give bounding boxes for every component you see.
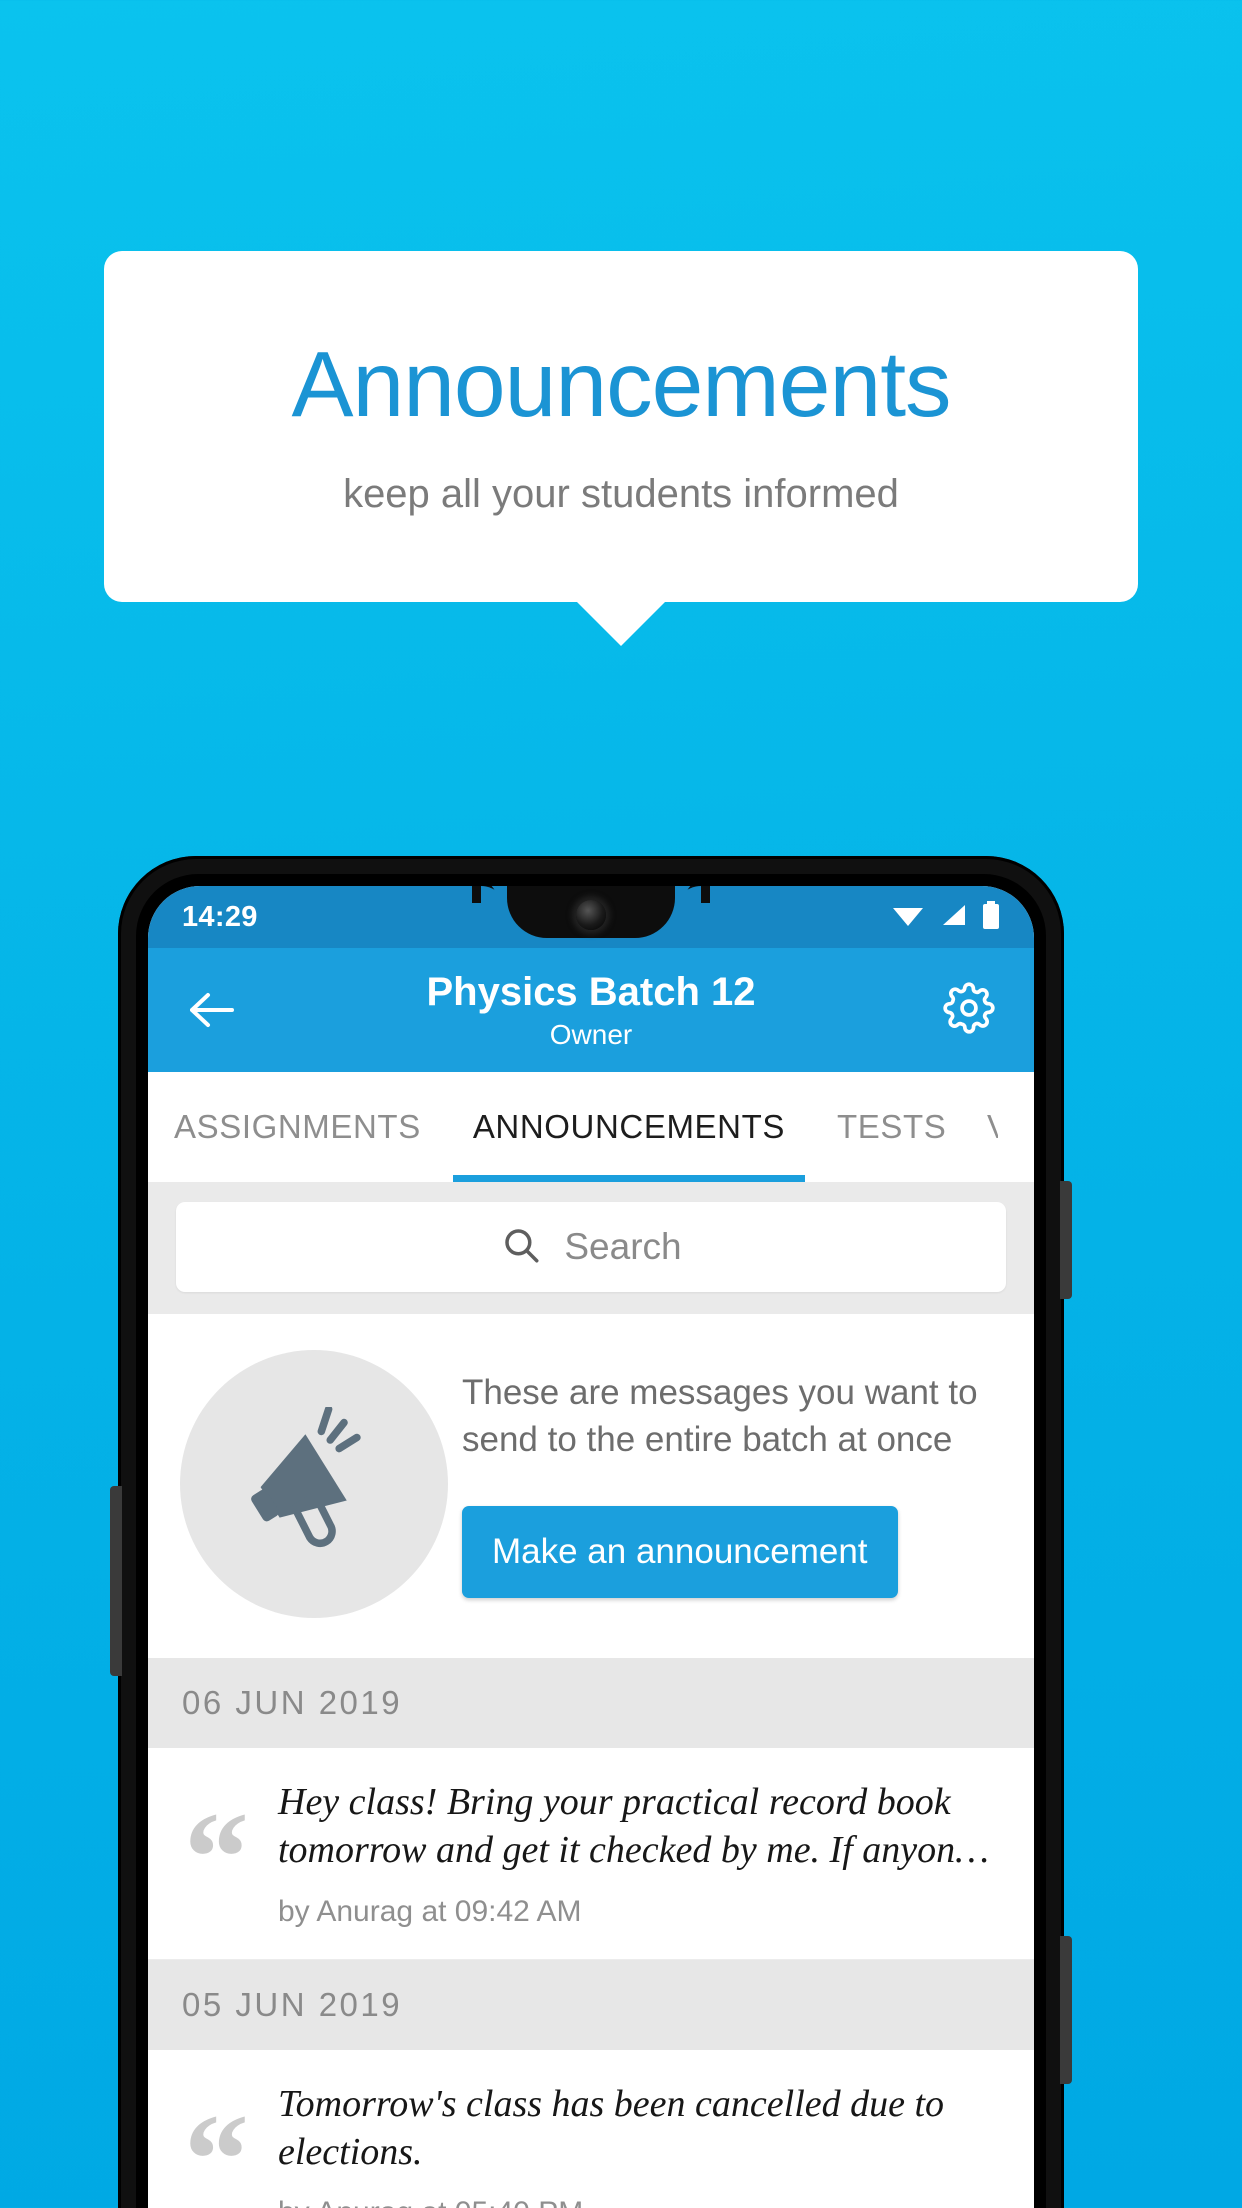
announcement-promo-content: These are messages you want to send to t…: [462, 1370, 1002, 1598]
phone-bezel: 14:29 Physics Batch 12 Owner ASSIGNMENTS…: [136, 874, 1046, 2208]
front-camera: [576, 900, 606, 930]
megaphone-badge: [180, 1350, 448, 1618]
search-input[interactable]: Search: [176, 1202, 1006, 1292]
page-title: Physics Batch 12: [426, 970, 756, 1014]
announcement-meta: by Anurag at 05:40 PM: [278, 2196, 994, 2208]
megaphone-icon: [239, 1404, 389, 1562]
make-announcement-button[interactable]: Make an announcement: [462, 1505, 898, 1598]
announcement-promo: These are messages you want to send to t…: [148, 1314, 1034, 1658]
tab-tests[interactable]: TESTS: [811, 1072, 972, 1182]
phone-power-button[interactable]: [1060, 1181, 1072, 1299]
quote-icon: “: [184, 2087, 249, 2208]
announcement-text: Tomorrow's class has been cancelled due …: [278, 2082, 945, 2173]
tab-assignments[interactable]: ASSIGNMENTS: [148, 1072, 447, 1182]
announcement-item[interactable]: “ Tomorrow's class has been cancelled du…: [148, 2049, 1034, 2208]
signal-icon: [939, 903, 967, 932]
promo-bubble-tail: [576, 601, 666, 646]
quote-icon: “: [184, 1786, 249, 1930]
date-header: 06 JUN 2019: [148, 1658, 1034, 1748]
announcement-body: Hey class! Bring your practical record b…: [278, 1778, 994, 1929]
search-icon: [500, 1224, 542, 1271]
announcement-meta: by Anurag at 09:42 AM: [278, 1894, 582, 1928]
announcement-item[interactable]: “ Hey class! Bring your practical record…: [148, 1748, 1034, 1960]
search-placeholder: Search: [564, 1226, 682, 1267]
phone-screen: 14:29 Physics Batch 12 Owner ASSIGNMENTS…: [148, 886, 1034, 2208]
battery-icon: [982, 900, 1000, 934]
status-clock: 14:29: [182, 900, 258, 933]
wifi-icon: [892, 903, 924, 932]
announcement-body: Tomorrow's class has been cancelled due …: [278, 2080, 994, 2208]
phone-notch: [507, 886, 675, 938]
tab-bar[interactable]: ASSIGNMENTS ANNOUNCEMENTS TESTS V: [148, 1072, 1034, 1182]
date-header: 05 JUN 2019: [148, 1959, 1034, 2050]
page-subtitle: Owner: [549, 1019, 633, 1050]
app-bar: Physics Batch 12 Owner: [148, 948, 1034, 1072]
app-bar-titles: Physics Batch 12 Owner: [244, 969, 938, 1051]
phone-volume-button[interactable]: [110, 1486, 122, 1676]
phone-side-button[interactable]: [1060, 1936, 1072, 2084]
search-section: Search: [148, 1182, 1034, 1314]
settings-button[interactable]: [938, 979, 1000, 1041]
back-button[interactable]: [182, 979, 244, 1041]
promo-title: Announcements: [291, 332, 951, 437]
tab-announcements[interactable]: ANNOUNCEMENTS: [447, 1072, 811, 1182]
status-icon-group: [892, 900, 1000, 934]
announcement-promo-text: These are messages you want to send to t…: [462, 1373, 978, 1459]
phone-mockup: 14:29 Physics Batch 12 Owner ASSIGNMENTS…: [110, 856, 1072, 2208]
status-bar: 14:29: [148, 886, 1034, 948]
tab-next-clipped[interactable]: V: [972, 1072, 998, 1182]
announcement-text: Hey class! Bring your practical record b…: [278, 1781, 989, 1872]
gear-icon: [943, 981, 995, 1039]
promo-bubble: Announcements keep all your students inf…: [104, 251, 1138, 602]
promo-subtitle: keep all your students informed: [343, 471, 899, 516]
